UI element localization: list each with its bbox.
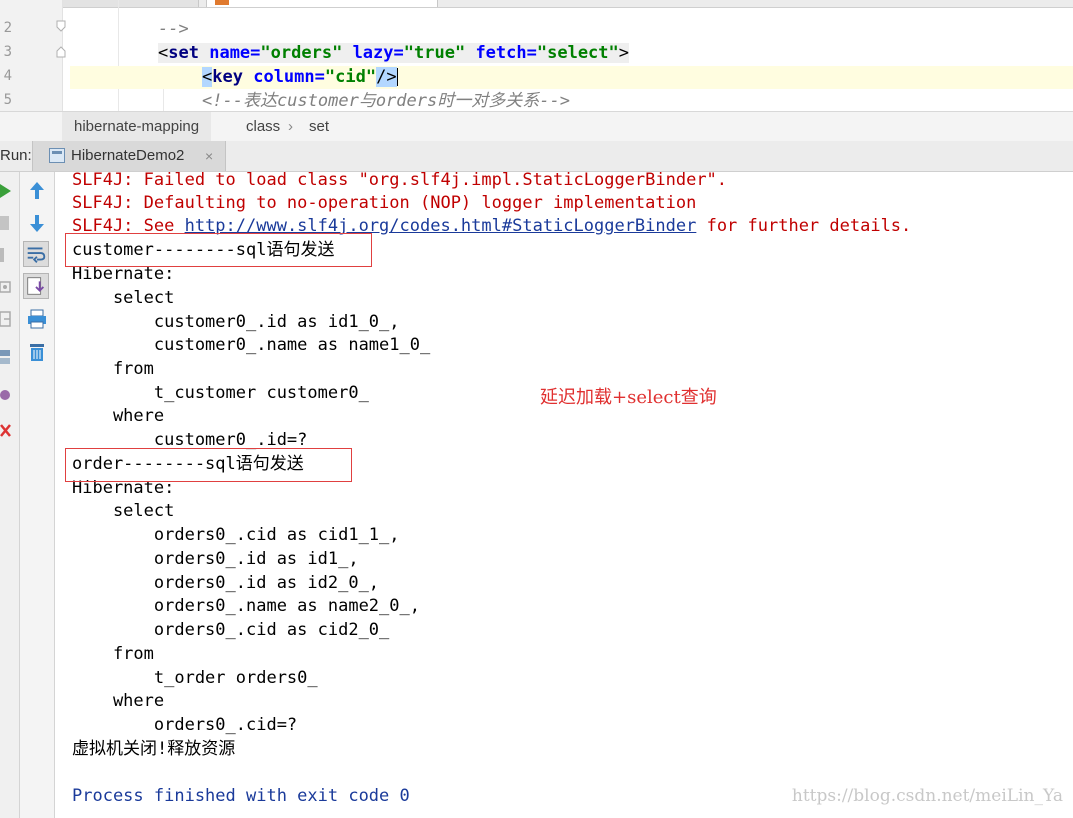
console-toolbar bbox=[20, 172, 55, 818]
run-side-strip bbox=[0, 172, 20, 818]
highlight-box-order bbox=[65, 448, 352, 482]
console-line: from bbox=[72, 359, 154, 379]
console-line: orders0_.cid=? bbox=[72, 715, 298, 735]
breadcrumb: hibernate-mapping class › set bbox=[0, 111, 1073, 142]
console-text: for further details. bbox=[696, 216, 912, 236]
console-line: customer0_.id as id1_0_, bbox=[72, 312, 400, 332]
attr-token: lazy bbox=[352, 43, 394, 63]
tag-token: key bbox=[212, 67, 243, 87]
attr-token: column bbox=[253, 67, 315, 87]
code-line[interactable]: <!--表达customer与orders时一对多关系--> bbox=[70, 90, 570, 111]
value-token: "orders" bbox=[260, 43, 343, 63]
breadcrumb-item-hibernate-mapping[interactable]: hibernate-mapping bbox=[62, 112, 212, 141]
run-config-icon bbox=[49, 148, 65, 163]
eq-token: = bbox=[393, 43, 404, 63]
eq-token: = bbox=[314, 67, 325, 87]
console-line: t_customer customer0_ bbox=[72, 383, 369, 403]
tag-span: <set name="orders" lazy="true" fetch="se… bbox=[158, 43, 630, 63]
attr-token: name bbox=[209, 43, 251, 63]
code-line-current[interactable]: <key column="cid"/> bbox=[70, 66, 1073, 89]
pause-icon[interactable] bbox=[0, 246, 12, 264]
editor-tab-strip bbox=[0, 0, 1073, 8]
line-number: 5 bbox=[3, 92, 12, 108]
soft-wrap-icon[interactable] bbox=[23, 241, 49, 267]
comment-token: <!--表达customer与orders时一对多关系--> bbox=[202, 91, 570, 111]
run-tool-window-header: Run: HibernateDemo2 × bbox=[0, 141, 1073, 172]
fold-start-icon[interactable] bbox=[56, 46, 66, 58]
bracket-token: > bbox=[618, 43, 630, 63]
value-token: "cid" bbox=[324, 67, 377, 87]
breadcrumb-item-set[interactable]: set bbox=[303, 112, 335, 141]
breadcrumb-item-class[interactable]: class bbox=[238, 112, 288, 141]
console-line-error: SLF4J: Defaulting to no-operation (NOP) … bbox=[72, 193, 697, 213]
eq-token: = bbox=[250, 43, 261, 63]
run-icon[interactable] bbox=[0, 182, 12, 200]
close-tab-icon[interactable]: × bbox=[205, 141, 213, 171]
console-line: orders0_.id as id1_, bbox=[72, 549, 359, 569]
console-line: orders0_.name as name2_0_, bbox=[72, 596, 420, 616]
value-token: "true" bbox=[403, 43, 466, 63]
tag-token: set bbox=[168, 43, 199, 63]
code-line[interactable]: <set name="orders" lazy="true" fetch="se… bbox=[70, 42, 630, 65]
line-number: 4 bbox=[3, 68, 12, 84]
close-icon[interactable] bbox=[0, 422, 12, 440]
layout-icon[interactable] bbox=[0, 348, 12, 366]
attr-token: fetch bbox=[475, 43, 527, 63]
exit-icon[interactable] bbox=[0, 310, 12, 328]
xml-file-icon bbox=[215, 0, 229, 5]
trash-icon[interactable] bbox=[24, 339, 50, 365]
up-arrow-icon[interactable] bbox=[24, 178, 50, 204]
console-line: where bbox=[72, 691, 165, 711]
annotation-lazy-select: 延迟加载+select查询 bbox=[540, 387, 717, 408]
line-number: 2 bbox=[3, 20, 12, 36]
code-line[interactable]: --> bbox=[70, 18, 189, 41]
text-caret bbox=[396, 68, 398, 86]
line-number: 3 bbox=[3, 44, 12, 60]
console-line: select bbox=[72, 288, 175, 308]
console-line: 虚拟机关闭!释放资源 bbox=[72, 739, 236, 759]
value-token: "select" bbox=[536, 43, 619, 63]
breadcrumb-separator: › bbox=[288, 118, 293, 135]
run-tab-label: HibernateDemo2 bbox=[71, 147, 185, 164]
eq-token: = bbox=[526, 43, 537, 63]
console-line-exit: Process finished with exit code 0 bbox=[72, 786, 410, 806]
run-tab-hibernatedemo2[interactable]: HibernateDemo2 × bbox=[32, 141, 226, 171]
console-line: select bbox=[72, 501, 175, 521]
console-line: from bbox=[72, 644, 154, 664]
pin-icon[interactable] bbox=[0, 386, 12, 404]
console-line: orders0_.cid as cid2_0_ bbox=[72, 620, 390, 640]
bracket-token-matched: /> bbox=[376, 67, 397, 87]
console-output[interactable]: SLF4J: Failed to load class "org.slf4j.i… bbox=[55, 172, 1073, 818]
stop-icon[interactable] bbox=[0, 214, 12, 232]
print-icon[interactable] bbox=[24, 306, 50, 332]
line-number-gutter: 2 3 4 5 bbox=[0, 0, 66, 111]
console-line: orders0_.id as id2_0_, bbox=[72, 573, 380, 593]
console-line: where bbox=[72, 406, 165, 426]
bracket-token-matched: < bbox=[202, 67, 213, 87]
code-editor[interactable]: 2 3 4 5 --> <set name="orders" lazy="tru… bbox=[0, 0, 1073, 111]
console-line: t_order orders0_ bbox=[72, 668, 318, 688]
console-line: orders0_.cid as cid1_1_, bbox=[72, 525, 400, 545]
run-label: Run: bbox=[0, 147, 32, 164]
console-line-error: SLF4J: Failed to load class "org.slf4j.i… bbox=[72, 172, 728, 190]
down-arrow-icon[interactable] bbox=[24, 210, 50, 236]
fold-end-icon[interactable] bbox=[56, 20, 66, 32]
scroll-to-end-icon[interactable] bbox=[23, 273, 49, 299]
camera-icon[interactable] bbox=[0, 278, 12, 296]
watermark: https://blog.csdn.net/meiLin_Ya bbox=[791, 786, 1063, 806]
console-line: customer0_.name as name1_0_ bbox=[72, 335, 431, 355]
comment-token: --> bbox=[158, 19, 189, 39]
highlight-box-customer bbox=[65, 233, 372, 267]
editor-tab-active[interactable] bbox=[206, 0, 438, 7]
bracket-token: < bbox=[158, 43, 169, 63]
